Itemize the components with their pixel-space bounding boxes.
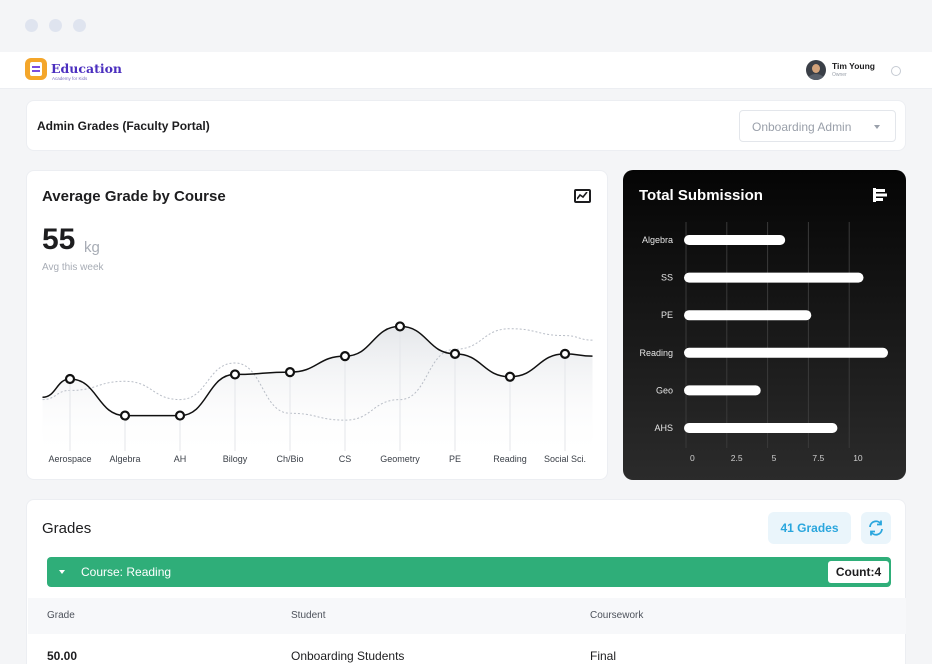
average-grade-card: Average Grade by Course 55 kg Avg this w… xyxy=(26,170,608,480)
data-point xyxy=(229,369,241,380)
bar xyxy=(684,272,864,283)
portal-header-card: Admin Grades (Faculty Portal) Onboarding… xyxy=(26,100,906,151)
cell-student: Onboarding Students xyxy=(291,649,405,663)
grades-card: Grades 41 Grades Course: Reading Count:4… xyxy=(26,499,906,664)
user-name[interactable]: Tim Young xyxy=(832,61,875,71)
column-header-coursework[interactable]: Coursework xyxy=(590,610,643,621)
bar-category-label: PE xyxy=(661,310,673,320)
x-tick-label: Ch/Bio xyxy=(276,454,303,464)
brand-tagline: Academy for Kids xyxy=(52,76,88,81)
bar-category-label: SS xyxy=(661,273,673,283)
portal-select[interactable]: Onboarding Admin xyxy=(739,110,896,142)
x-tick-label: 0 xyxy=(690,453,695,463)
x-tick-label: 2.5 xyxy=(731,453,743,463)
x-tick-label: Reading xyxy=(493,454,527,464)
data-point xyxy=(119,410,131,421)
data-point xyxy=(504,371,516,382)
course-group-count: Count:4 xyxy=(828,561,889,583)
x-tick-label: Bilogy xyxy=(223,454,248,464)
bar xyxy=(684,347,888,358)
title-bar xyxy=(0,0,932,52)
x-tick-label: 7.5 xyxy=(812,453,824,463)
course-group-row[interactable]: Course: Reading Count:4 xyxy=(47,557,891,587)
data-point xyxy=(174,410,186,421)
app-header: Education Academy for Kids Tim Young Own… xyxy=(0,52,932,89)
refresh-icon xyxy=(869,520,883,536)
total-submission-bar-chart: 0 2.5 5 7.5 10 Algebra SS PE Reading Geo AHS xyxy=(639,222,888,463)
cell-grade: 50.00 xyxy=(47,649,78,663)
minimize-window-dot[interactable] xyxy=(49,19,62,32)
column-header-grade[interactable]: Grade xyxy=(47,610,75,621)
total-submission-card: Total Submission 0 2.5 5 7.5 10 Algebra SS PE Re… xyxy=(623,170,906,480)
data-point xyxy=(284,367,296,378)
x-tick-label: CS xyxy=(339,454,352,464)
page-title: Admin Grades (Faculty Portal) xyxy=(37,119,210,133)
x-tick-label: Geometry xyxy=(380,454,420,464)
x-tick-label: Algebra xyxy=(109,454,140,464)
chevron-down-icon xyxy=(874,125,880,129)
bar xyxy=(684,235,786,245)
bar xyxy=(684,423,838,433)
refresh-button[interactable] xyxy=(861,512,891,544)
grades-table-header: Grade Student Coursework xyxy=(28,598,906,634)
column-header-student[interactable]: Student xyxy=(291,610,325,621)
x-tick-label: AH xyxy=(174,454,187,464)
x-tick-label: Aerospace xyxy=(48,454,91,464)
x-tick-label: PE xyxy=(449,454,461,464)
data-point xyxy=(394,321,406,332)
x-tick-label: Social Sci. xyxy=(544,454,586,464)
data-point xyxy=(339,351,351,362)
bar-category-label: Reading xyxy=(639,348,673,358)
data-point xyxy=(449,348,461,359)
portal-select-value: Onboarding Admin xyxy=(752,120,852,134)
logo-icon[interactable] xyxy=(25,58,47,80)
user-role: Owner xyxy=(832,72,847,78)
bar xyxy=(684,385,761,396)
caret-down-icon[interactable] xyxy=(59,570,65,574)
bar-category-label: AHS xyxy=(654,423,673,433)
average-grade-line-chart: Aerospace Algebra AH Bilogy Ch/Bio CS Geometry… xyxy=(42,321,593,464)
brand-name[interactable]: Education xyxy=(51,61,122,76)
cell-coursework: Final xyxy=(590,649,617,663)
data-point xyxy=(559,348,571,359)
app-window: Education Academy for Kids Tim Young Own… xyxy=(0,0,932,664)
avatar[interactable] xyxy=(806,60,826,80)
close-window-dot[interactable] xyxy=(25,19,38,32)
maximize-window-dot[interactable] xyxy=(73,19,86,32)
bar xyxy=(684,310,812,321)
course-group-label: Course: Reading xyxy=(81,565,172,579)
bar-category-label: Geo xyxy=(656,385,673,395)
grades-count-button[interactable]: 41 Grades xyxy=(768,512,851,544)
grades-title: Grades xyxy=(42,520,92,537)
data-point xyxy=(64,373,76,385)
user-menu-icon[interactable] xyxy=(891,66,901,76)
x-tick-label: 10 xyxy=(853,453,863,463)
bar-category-label: Algebra xyxy=(642,235,673,245)
x-tick-label: 5 xyxy=(772,453,777,463)
